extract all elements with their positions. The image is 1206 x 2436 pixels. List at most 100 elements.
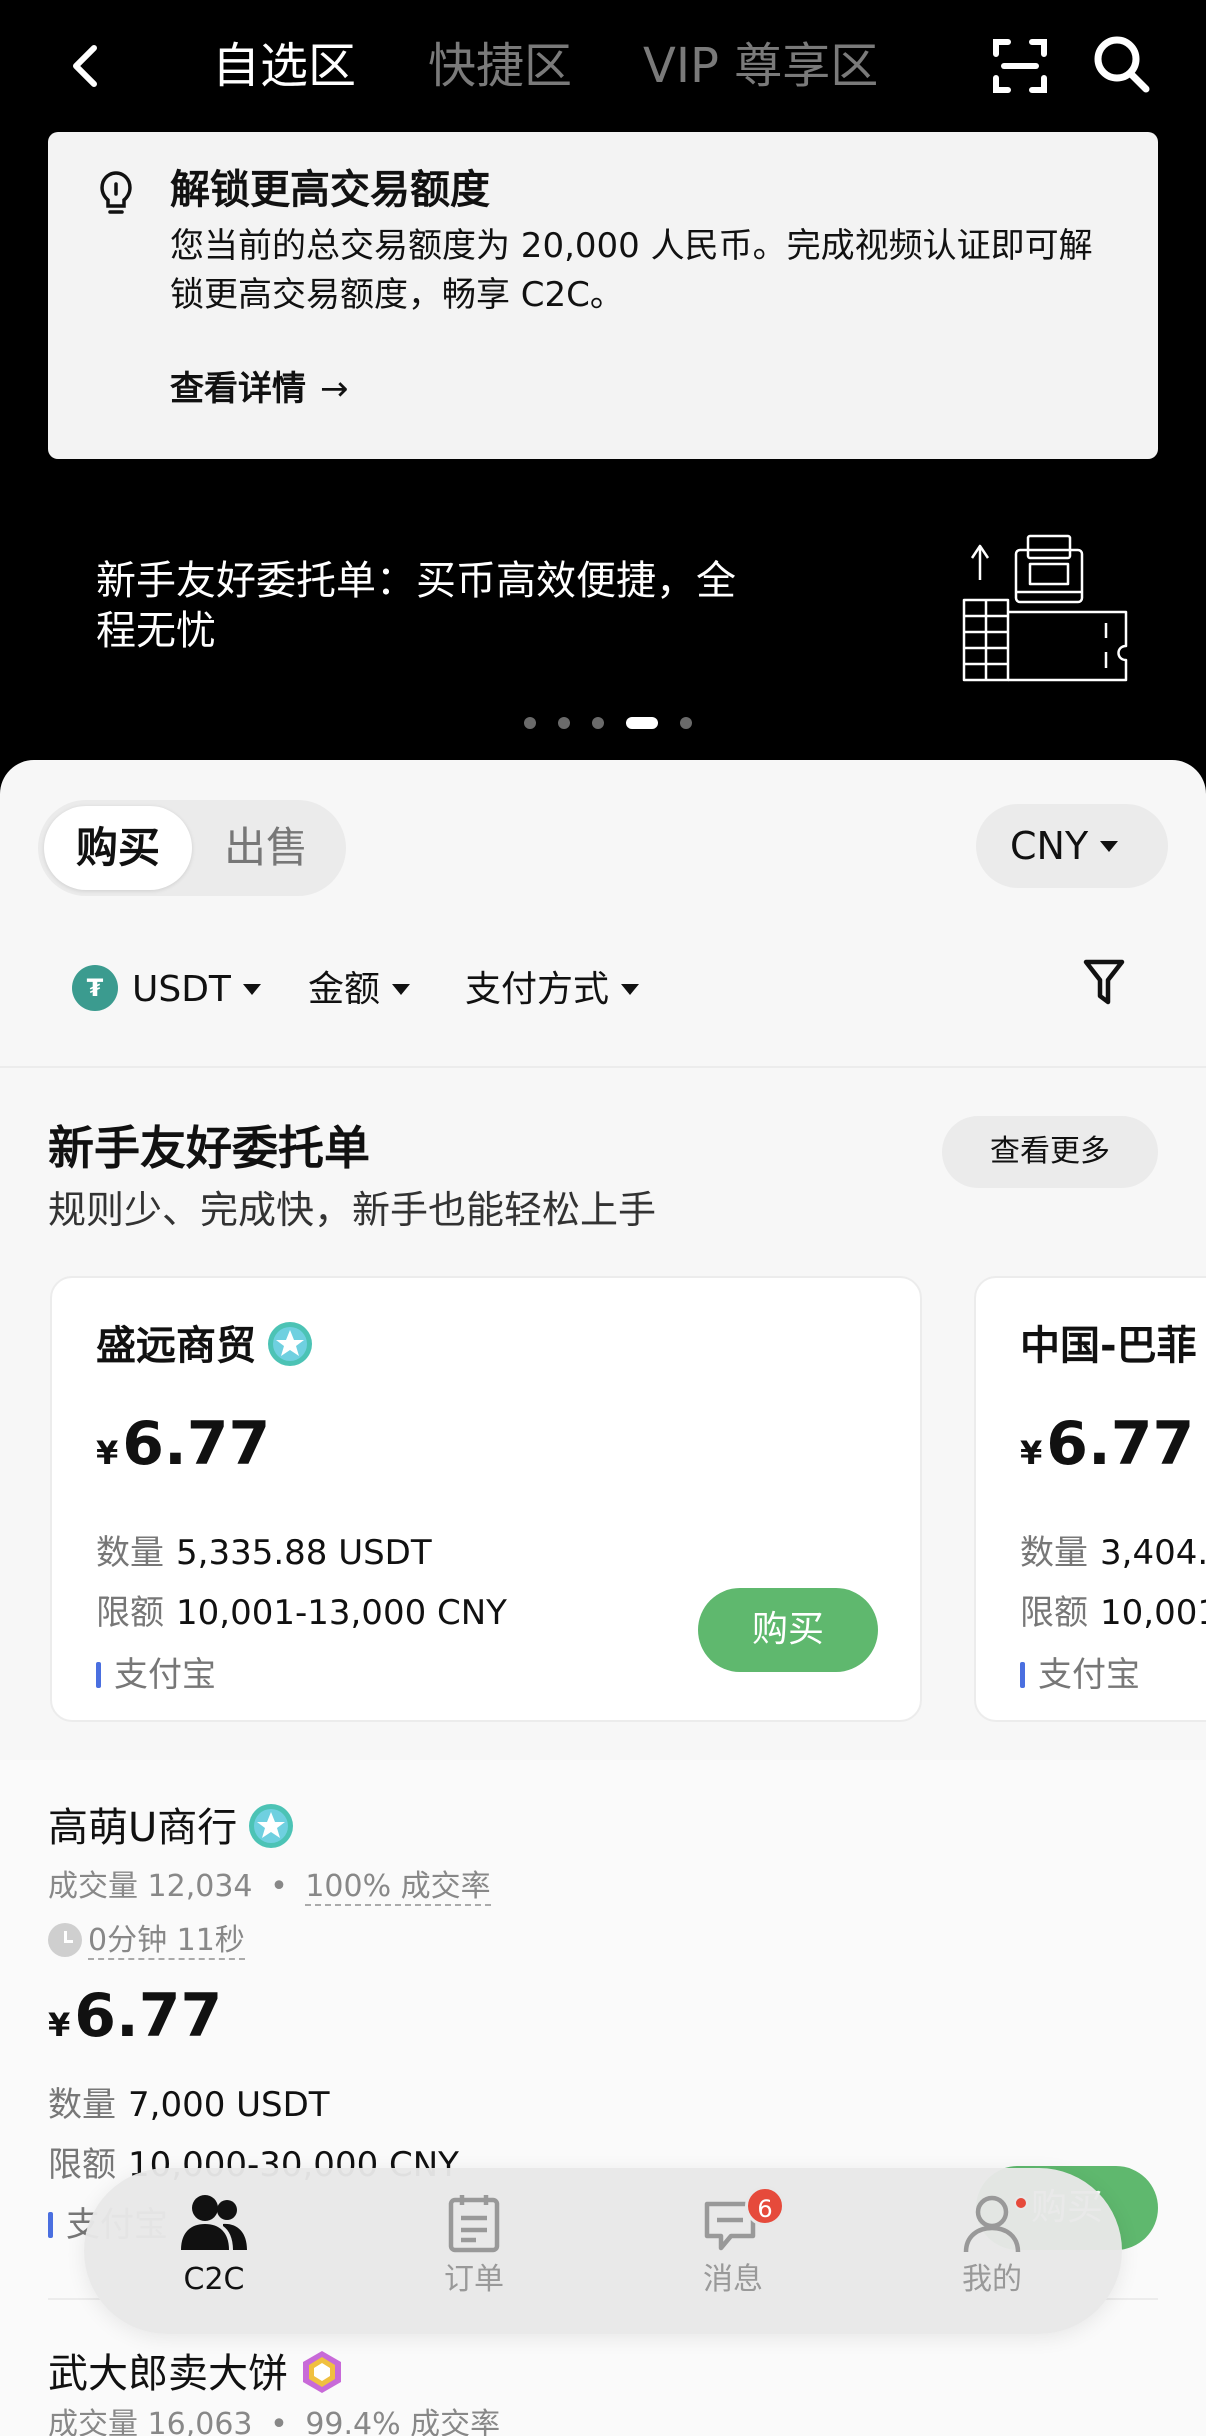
price: ¥6.77 [1020,1404,1194,1484]
currency-symbol: ¥ [96,1434,119,1472]
coin-filter-label: USDT [132,969,231,1010]
merchant-stats: 成交量 16,063 • 99.4% 成交率 [48,2404,500,2436]
notification-dot [1014,2196,1028,2210]
buy-tab[interactable]: 购买 [44,806,192,890]
promo-banner-text[interactable]: 新手友好委托单：买币高效便捷，全程无忧 [96,556,736,656]
merchant-name-row: 盛远商贸 [96,1318,314,1374]
merchant-name-row[interactable]: 高萌U商行 [48,1800,295,1856]
merchant-name: 盛远商贸 [96,1323,256,1369]
clock-icon [48,1922,82,1957]
currency-symbol: ¥ [48,2006,71,2044]
bottom-nav: C2C 订单 6 消息 我的 [84,2168,1122,2334]
top-bar: 自选区 快捷区 VIP 尊享区 [0,0,1206,135]
verified-diamond-icon [303,2351,341,2393]
amount-filter-label: 金额 [308,969,381,1010]
shop-illustration-icon [956,528,1136,688]
notice-body: 您当前的总交易额度为 20,000 人民币。完成视频认证即可解锁更高交易额度，畅… [170,226,1093,315]
tab-vip[interactable]: VIP 尊享区 [643,34,878,98]
stats-separator: • [270,2407,288,2436]
nav-label: 订单 [444,2262,504,2297]
back-icon[interactable] [60,36,108,96]
limit-label: 限额 [1020,1593,1088,1633]
price-value: 6.77 [74,1981,223,2051]
section-subtitle: 规则少、完成快，新手也能轻松上手 [48,1188,657,1232]
quantity-value: 7,000 USDT [128,2085,330,2125]
scan-icon[interactable] [990,36,1050,96]
completion-rate[interactable]: 100% 成交率 [305,1869,491,1906]
amount-filter[interactable]: 金额 [308,964,411,1016]
offer-card[interactable]: 中国-巴菲 ¥6.77 数量 3,404.0 限额 10,001 支付宝 [974,1276,1206,1722]
chevron-down-icon [1100,841,1119,852]
page-dot[interactable] [680,717,692,729]
payment-filter-label: 支付方式 [465,969,610,1010]
nav-orders[interactable]: 订单 [394,2192,554,2312]
currency-symbol: ¥ [1020,1434,1043,1472]
chevron-down-icon [621,983,640,995]
view-details-label: 查看详情 [170,369,306,409]
limit-label: 限额 [96,1593,164,1633]
price: ¥6.77 [96,1404,270,1484]
nav-label: 消息 [703,2262,763,2297]
chevron-down-icon [392,983,411,995]
offer-card[interactable]: 盛远商贸 ¥6.77 数量 5,335.88 USDT 限额 10,001-13,0… [50,1276,922,1722]
currency-select[interactable]: CNY [976,804,1168,888]
page-dot[interactable] [524,717,536,729]
nav-messages[interactable]: 6 消息 [653,2186,813,2312]
banner-pagination [524,716,692,730]
filter-bar: ₮ USDT 金额 支付方式 [0,950,1206,1030]
coin-filter[interactable]: ₮ USDT [72,964,261,1016]
page-dot[interactable] [592,717,604,729]
quantity-value: 5,335.88 USDT [176,1533,432,1573]
section-title: 新手友好委托单 [48,1121,370,1175]
quantity-label: 数量 [48,2085,116,2125]
nav-label: 我的 [962,2262,1022,2297]
merchant-name: 中国-巴菲 [1020,1323,1197,1369]
merchant-name: 高萌U商行 [48,1805,238,1851]
quantity-row: 数量 7,000 USDT [48,2080,330,2130]
quantity-label: 数量 [96,1533,164,1573]
limit-value: 10,001-13,000 CNY [176,1593,507,1633]
clipboard-icon [448,2195,500,2253]
unread-badge: 6 [745,2186,785,2226]
release-time-value: 0分钟 11秒 [88,1923,245,1960]
view-more-button[interactable]: 查看更多 [942,1116,1158,1188]
usdt-icon: ₮ [72,965,118,1011]
price-value: 6.77 [122,1409,271,1479]
view-details-link[interactable]: 查看详情 → [170,364,349,414]
completion-rate[interactable]: 99.4% 成交率 [305,2407,500,2436]
payment-method: 支付宝 [1020,1650,1140,1700]
nav-profile[interactable]: 我的 [912,2192,1072,2312]
merchant-name: 武大郎卖大饼 [48,2351,288,2397]
page-dot[interactable] [558,717,570,729]
trade-volume: 成交量 16,063 [48,2407,253,2436]
page-dot-active[interactable] [626,717,658,729]
quantity-label: 数量 [1020,1533,1088,1573]
notice-card: 解锁更高交易额度 您当前的总交易额度为 20,000 人民币。完成视频认证即可解… [48,132,1158,459]
verified-star-icon [249,1804,294,1848]
quantity-row: 数量 5,335.88 USDT [96,1528,432,1578]
buy-sell-toggle: 购买 出售 [38,800,346,896]
nav-c2c[interactable]: C2C [134,2192,294,2312]
quantity-value: 3,404.0 [1100,1533,1206,1573]
users-icon [181,2195,247,2250]
tab-express[interactable]: 快捷区 [428,34,572,98]
notice-title: 解锁更高交易额度 [170,167,490,213]
lightbulb-icon [98,170,134,218]
limit-value: 10,001 [1100,1593,1206,1633]
trade-volume: 成交量 12,034 [48,1869,253,1904]
payment-method: 支付宝 [96,1650,216,1700]
price-value: 6.77 [1046,1409,1195,1479]
payment-filter[interactable]: 支付方式 [465,964,640,1016]
funnel-icon[interactable] [1082,956,1126,1008]
merchant-stats: 成交量 12,034 • 100% 成交率 [48,1866,491,1908]
user-icon [963,2195,1021,2253]
limit-label: 限额 [48,2145,116,2185]
search-icon[interactable] [1092,34,1152,96]
release-time[interactable]: 0分钟 11秒 [48,1920,245,1962]
tab-watchlist[interactable]: 自选区 [212,34,356,98]
limit-row: 限额 10,001 [1020,1588,1206,1638]
buy-button[interactable]: 购买 [698,1588,878,1672]
merchant-name-row[interactable]: 武大郎卖大饼 [48,2346,346,2402]
chevron-down-icon [242,983,261,995]
sell-tab[interactable]: 出售 [192,806,340,890]
